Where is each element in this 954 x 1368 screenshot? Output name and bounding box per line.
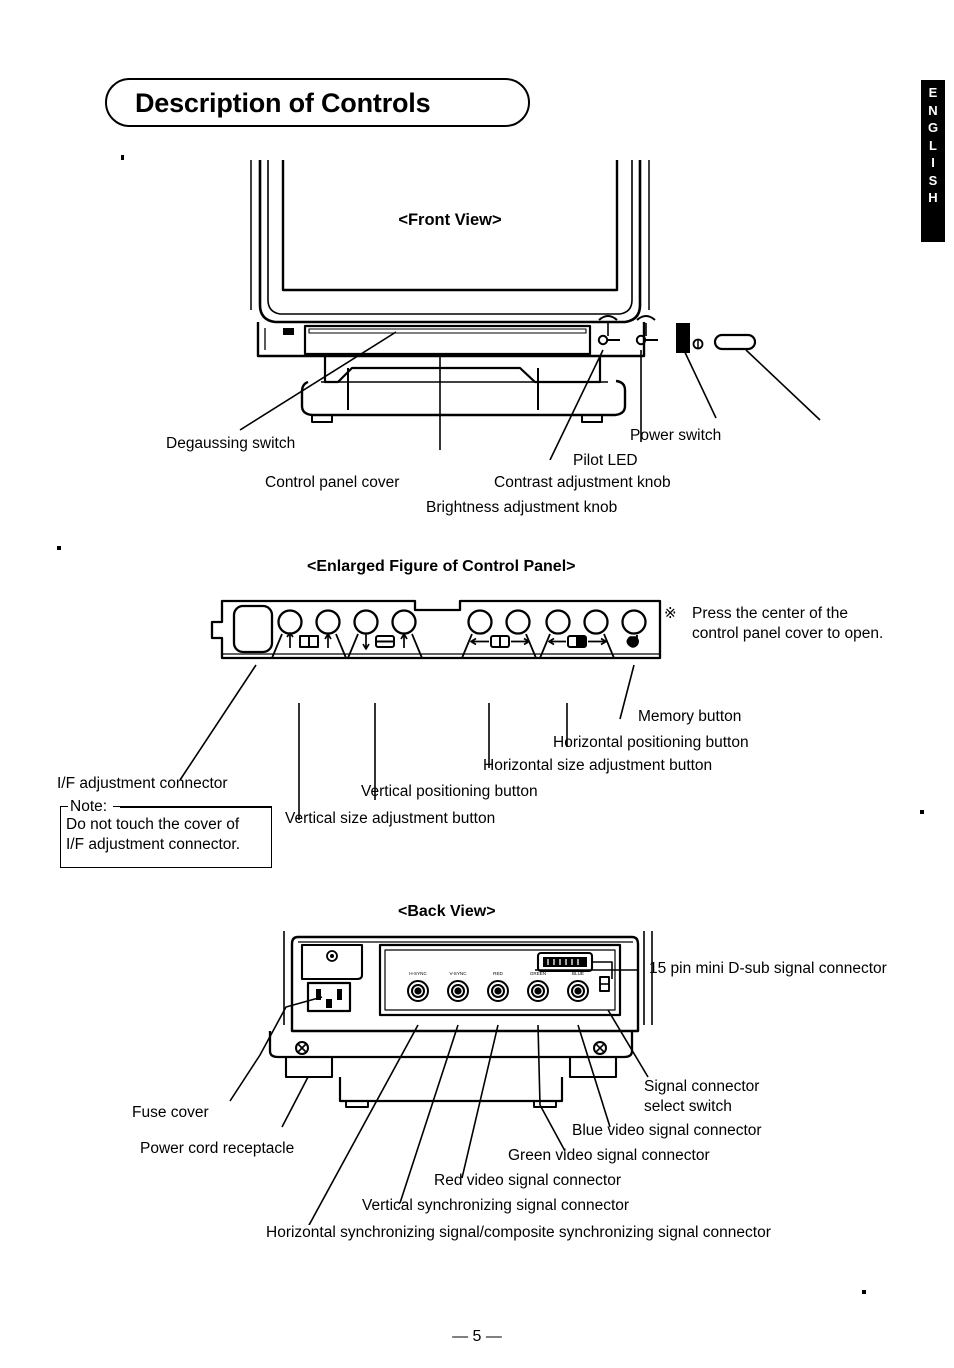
callout-horizontal-sync-connector: Horizontal synchronizing signal/composit… bbox=[266, 1224, 771, 1241]
page-number: — 5 — bbox=[452, 1328, 502, 1345]
scan-speck bbox=[920, 810, 924, 814]
tab-letter: G bbox=[927, 120, 939, 135]
callout-horizontal-positioning-button: Horizontal positioning button bbox=[553, 734, 749, 751]
callout-dsub-connector: 15 pin mini D-sub signal connector bbox=[649, 960, 887, 977]
note-line1: Do not touch the cover of bbox=[66, 816, 240, 833]
callout-brightness-adjustment-knob: Brightness adjustment knob bbox=[426, 499, 618, 516]
callout-green-video-signal-connector: Green video signal connector bbox=[508, 1147, 710, 1164]
front-view-caption: <Front View> bbox=[398, 211, 501, 229]
control-panel-note-line1: Press the center of the bbox=[692, 605, 848, 622]
manual-page: Description of Controls E N G L I S H <F… bbox=[0, 0, 954, 1368]
callout-power-cord-receptacle: Power cord receptacle bbox=[140, 1140, 295, 1157]
tab-letter: L bbox=[929, 137, 937, 153]
scan-speck bbox=[862, 1290, 866, 1294]
tab-letter: E bbox=[928, 85, 938, 100]
tab-letter: S bbox=[928, 172, 938, 188]
control-panel-note-line2: control panel cover to open. bbox=[692, 625, 884, 642]
callout-control-panel-cover: Control panel cover bbox=[265, 474, 400, 491]
callout-red-video-signal-connector: Red video signal connector bbox=[434, 1172, 621, 1189]
callout-vertical-sync-connector: Vertical synchronizing signal connector bbox=[362, 1197, 630, 1214]
note-line2: I/F adjustment connector. bbox=[66, 836, 241, 853]
callout-horizontal-size-adjustment-button: Horizontal size adjustment button bbox=[483, 757, 713, 774]
callout-pilot-led: Pilot LED bbox=[573, 452, 638, 469]
callout-vertical-size-adjustment-button: Vertical size adjustment button bbox=[285, 810, 496, 827]
callout-contrast-adjustment-knob: Contrast adjustment knob bbox=[494, 474, 671, 491]
note-legend-rule bbox=[120, 806, 272, 808]
callout-fuse-cover: Fuse cover bbox=[132, 1104, 209, 1121]
note-legend: Note: bbox=[68, 798, 114, 816]
callout-blue-video-signal-connector: Blue video signal connector bbox=[572, 1122, 762, 1139]
tab-letter: N bbox=[928, 102, 938, 118]
callout-signal-connector-select-switch-line2: select switch bbox=[644, 1098, 732, 1115]
tab-letter: H bbox=[928, 190, 938, 205]
language-tab-english: E N G L I S H bbox=[921, 80, 945, 242]
callout-if-adjustment-connector: I/F adjustment connector bbox=[57, 775, 228, 792]
callout-vertical-positioning-button: Vertical positioning button bbox=[361, 783, 538, 800]
callout-signal-connector-select-switch-line1: Signal connector bbox=[644, 1078, 760, 1095]
back-view-caption: <Back View> bbox=[398, 903, 496, 920]
page-title: Description of Controls bbox=[135, 88, 431, 118]
tab-letter: I bbox=[931, 155, 935, 170]
callout-memory-button: Memory button bbox=[638, 708, 742, 725]
control-panel-caption: <Enlarged Figure of Control Panel> bbox=[307, 558, 576, 575]
callout-degaussing-switch: Degaussing switch bbox=[166, 435, 296, 452]
callout-power-switch: Power switch bbox=[630, 427, 722, 444]
scan-speck bbox=[57, 546, 61, 550]
